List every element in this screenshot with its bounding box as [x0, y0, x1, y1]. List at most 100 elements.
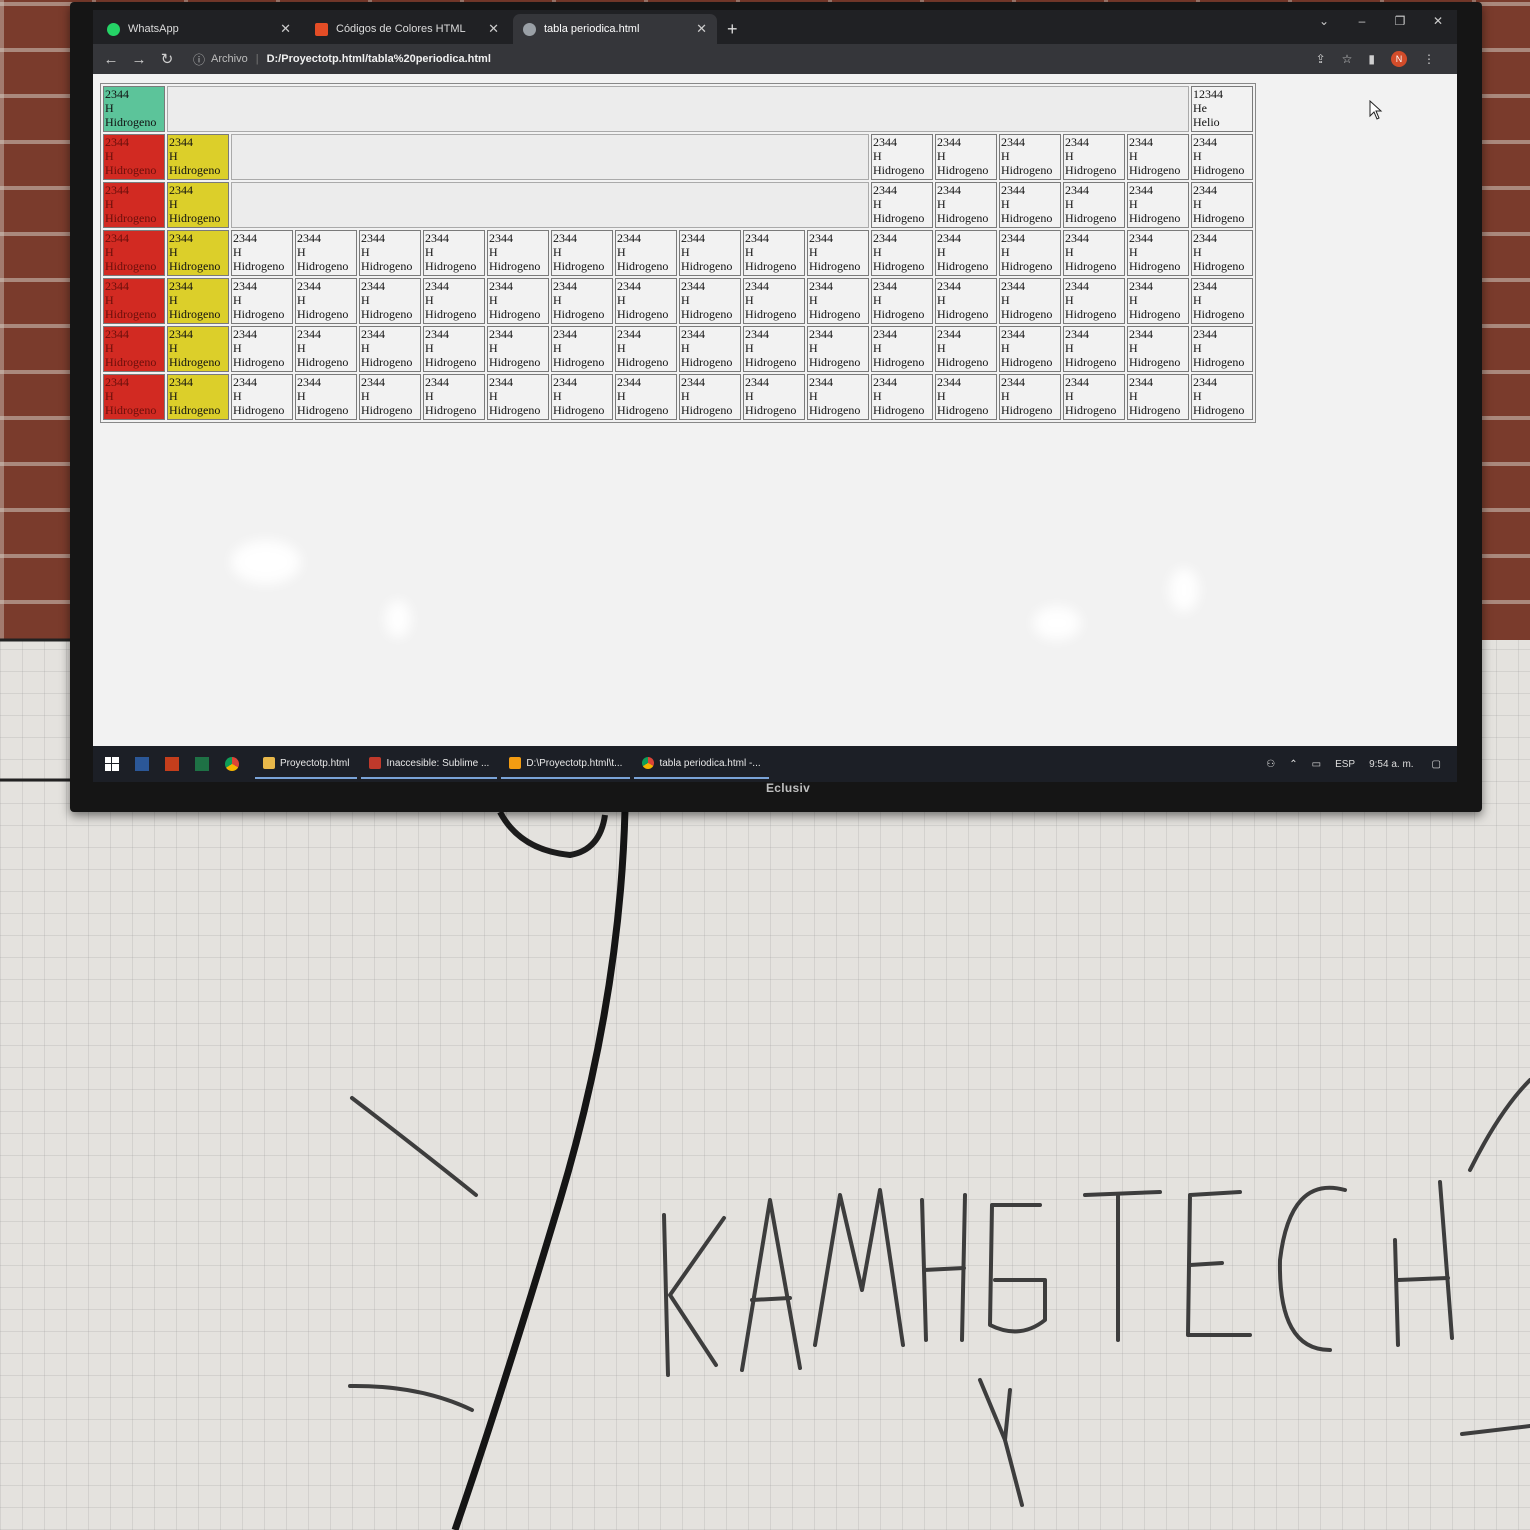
- element-cell: 2344 H Hidrogeno: [359, 230, 421, 276]
- element-cell: 2344 H Hidrogeno: [935, 278, 997, 324]
- element-symbol: H: [1193, 293, 1202, 307]
- element-symbol: H: [1001, 341, 1010, 355]
- back-arrow-icon[interactable]: ←: [97, 51, 125, 68]
- element-number: 2344: [105, 231, 129, 245]
- info-icon[interactable]: ⓘ: [193, 51, 205, 68]
- chrome-icon[interactable]: [217, 749, 247, 779]
- tab-search-chevron-icon[interactable]: ⌄: [1305, 14, 1343, 28]
- reload-icon[interactable]: ↻: [153, 50, 181, 68]
- element-number: 2344: [169, 375, 193, 389]
- element-name: Hidrogeno: [809, 403, 861, 417]
- minimize-icon[interactable]: –: [1343, 14, 1381, 28]
- window-controls: ⌄ – ❐ ✕: [1305, 14, 1457, 28]
- element-number: 2344: [617, 327, 641, 341]
- taskbar-app-explorer[interactable]: Proyectotp.html: [255, 749, 358, 779]
- element-cell: 2344 H Hidrogeno: [551, 278, 613, 324]
- clock[interactable]: 9:54 a. m.: [1369, 759, 1413, 770]
- monitor-screen: WhatsApp ✕ Códigos de Colores HTML ✕ tab…: [93, 10, 1457, 782]
- element-number: 2344: [297, 375, 321, 389]
- element-symbol: H: [809, 293, 818, 307]
- tray-chevron-up-icon[interactable]: ⌃: [1289, 759, 1297, 770]
- toolbar-actions: ⇪ ☆ ▮ N ⋮: [1300, 51, 1435, 67]
- element-cell: 2344 H Hidrogeno: [551, 374, 613, 420]
- element-cell: 2344 H Hidrogeno: [807, 230, 869, 276]
- tab-codigos-colores[interactable]: Códigos de Colores HTML ✕: [305, 14, 509, 44]
- table-row: 2344 H Hidrogeno 2344 H Hidrogeno 2344 H Hidroge…: [103, 134, 1253, 180]
- element-number: 2344: [1129, 183, 1153, 197]
- taskbar-app-chrome[interactable]: tabla periodica.html -...: [634, 749, 769, 779]
- people-icon[interactable]: ⚇: [1266, 759, 1275, 770]
- address-bar[interactable]: ⓘ Archivo | D:/Proyectotp.html/tabla%20p…: [193, 48, 491, 70]
- element-cell: 2344 H Hidrogeno: [1191, 374, 1253, 420]
- element-number: 2344: [1065, 279, 1089, 293]
- element-symbol: H: [233, 293, 242, 307]
- restore-icon[interactable]: ❐: [1381, 14, 1419, 28]
- profile-avatar[interactable]: N: [1391, 51, 1407, 67]
- element-number: 2344: [681, 327, 705, 341]
- forward-arrow-icon[interactable]: →: [125, 51, 153, 68]
- language-indicator[interactable]: ESP: [1335, 759, 1355, 770]
- element-symbol: H: [105, 293, 114, 307]
- element-number: 2344: [1129, 327, 1153, 341]
- excel-icon[interactable]: [187, 749, 217, 779]
- element-cell: 2344 H Hidrogeno: [359, 374, 421, 420]
- element-name: Hidrogeno: [361, 259, 413, 273]
- scheme-label: Archivo: [211, 53, 248, 65]
- element-symbol: H: [489, 341, 498, 355]
- element-symbol: H: [169, 341, 178, 355]
- close-window-icon[interactable]: ✕: [1419, 14, 1457, 28]
- element-number: 2344: [233, 327, 257, 341]
- table-row: 2344 H Hidrogeno 2344 H Hidrogeno 2344 H Hidroge…: [103, 278, 1253, 324]
- monitor-brand-logo: Eclusiv: [766, 781, 811, 795]
- element-cell: 2344 H Hidrogeno: [999, 230, 1061, 276]
- element-cell: 2344 H Hidrogeno: [743, 326, 805, 372]
- windows-start-icon[interactable]: [97, 749, 127, 779]
- element-name: Hidrogeno: [681, 307, 733, 321]
- element-symbol: H: [489, 389, 498, 403]
- element-symbol: H: [105, 389, 114, 403]
- element-number: 2344: [1065, 231, 1089, 245]
- menu-kebab-icon[interactable]: ⋮: [1423, 52, 1435, 66]
- element-number: 2344: [425, 327, 449, 341]
- bookmark-star-icon[interactable]: ☆: [1342, 52, 1353, 66]
- element-number: 2344: [809, 327, 833, 341]
- share-icon[interactable]: ⇪: [1316, 52, 1326, 66]
- new-tab-button[interactable]: +: [727, 14, 738, 44]
- notification-icon[interactable]: ▢: [1432, 759, 1441, 770]
- sublime-icon: [369, 757, 382, 769]
- element-name: Hidrogeno: [937, 307, 989, 321]
- element-cell: 2344 H Hidrogeno: [167, 134, 229, 180]
- tab-tabla-periodica[interactable]: tabla periodica.html ✕: [513, 14, 717, 44]
- url-text[interactable]: D:/Proyectotp.html/tabla%20periodica.htm…: [267, 53, 491, 65]
- element-number: 2344: [745, 231, 769, 245]
- taskbar-app-sublime-inaccessible[interactable]: Inaccesible: Sublime ...: [361, 749, 498, 779]
- close-icon[interactable]: ✕: [696, 21, 707, 37]
- element-cell: 2344 H Hidrogeno: [935, 326, 997, 372]
- element-symbol: H: [233, 389, 242, 403]
- element-cell: 2344 H Hidrogeno: [487, 374, 549, 420]
- close-icon[interactable]: ✕: [280, 21, 291, 37]
- element-symbol: H: [1129, 149, 1138, 163]
- word-icon[interactable]: [127, 749, 157, 779]
- element-name: Hidrogeno: [809, 355, 861, 369]
- powerpoint-icon[interactable]: [157, 749, 187, 779]
- element-cell: 2344 H Hidrogeno: [615, 230, 677, 276]
- side-panel-icon[interactable]: ▮: [1368, 52, 1375, 66]
- element-cell: 2344 H Hidrogeno: [935, 182, 997, 228]
- element-number: 2344: [1065, 327, 1089, 341]
- element-name: Hidrogeno: [937, 355, 989, 369]
- element-cell: 2344 H Hidrogeno: [359, 326, 421, 372]
- network-icon[interactable]: ▭: [1312, 759, 1321, 770]
- element-symbol: H: [361, 341, 370, 355]
- element-name: Hidrogeno: [1193, 259, 1245, 273]
- taskbar-app-sublime-file[interactable]: D:\Proyectotp.html\t...: [501, 749, 631, 779]
- element-name: Helio: [1193, 115, 1220, 129]
- element-name: Hidrogeno: [233, 403, 285, 417]
- element-cell: 2344 H Hidrogeno: [167, 374, 229, 420]
- element-name: Hidrogeno: [1065, 259, 1117, 273]
- tab-whatsapp[interactable]: WhatsApp ✕: [97, 14, 301, 44]
- taskbar-app-label: Proyectotp.html: [280, 757, 350, 769]
- table-row: 2344 H Hidrogeno 2344 H Hidrogeno 2344 H Hidroge…: [103, 230, 1253, 276]
- element-name: Hidrogeno: [1129, 403, 1181, 417]
- close-icon[interactable]: ✕: [488, 21, 499, 37]
